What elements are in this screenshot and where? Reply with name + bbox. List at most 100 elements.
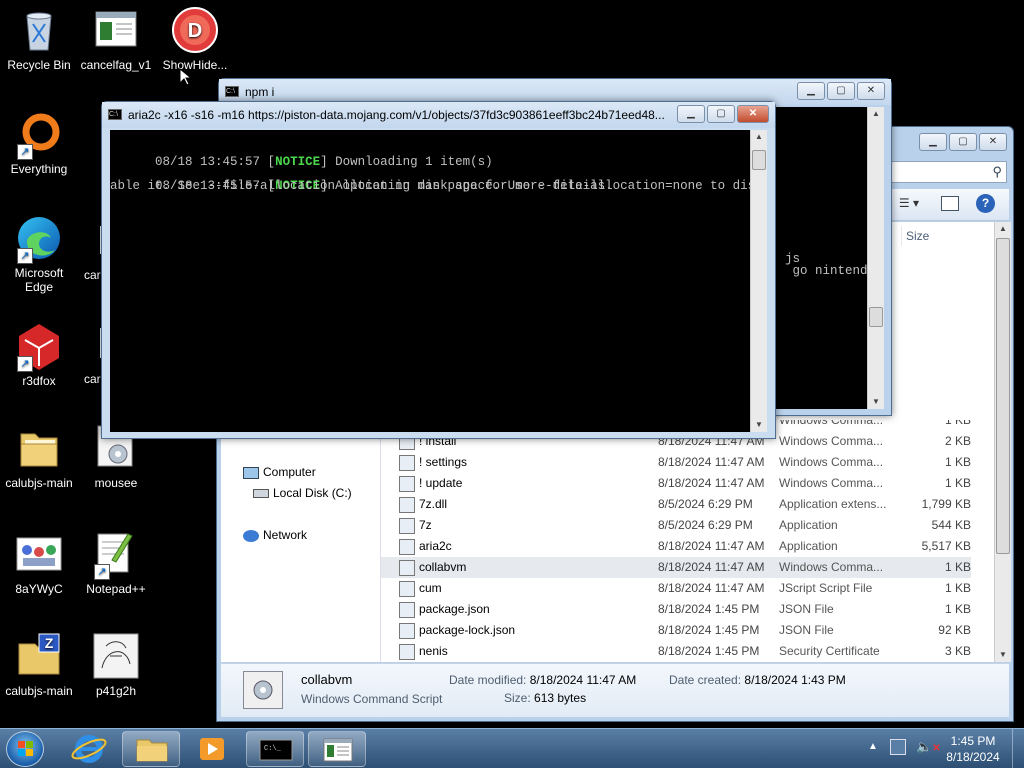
close-button[interactable]: ✕ [737,105,769,123]
scroll-up-arrow-icon[interactable]: ▲ [995,222,1011,236]
show-desktop-button[interactable] [1012,729,1024,768]
file-icon [399,476,415,492]
desktop-icon-label: calubjs-main [5,476,73,490]
file-type: Windows Comma... [779,434,884,448]
scroll-down-arrow-icon[interactable]: ▼ [751,418,767,432]
close-button[interactable]: ✕ [979,133,1007,151]
taskbar-document[interactable] [308,731,366,767]
nav-item-local-disk[interactable]: Local Disk (C:) [253,484,352,502]
volume-muted-icon[interactable]: 🔈✕ [916,739,941,755]
file-type: Application [779,539,838,553]
desktop-icon-everything[interactable]: ↗ Everything [0,110,78,176]
desktop-icon-label: p41g2h [95,684,137,698]
r3dfox-icon: ↗ [15,322,63,372]
desktop-icon-8aywyc[interactable]: 8aYWyC [0,530,78,596]
window-controls: ▁ ▢ ✕ [675,105,769,123]
minimize-button[interactable]: ▁ [919,133,947,151]
file-size: 2 KB [944,434,971,448]
mouse-cursor-icon [179,67,193,89]
clock-date: 8/18/2024 [946,750,1000,764]
search-input[interactable]: ⚲ [891,161,1007,183]
taskbar-explorer[interactable] [122,731,180,767]
desktop-icon-showhide[interactable]: D ShowHide... [156,6,234,72]
console-icon: C:\_ [259,739,293,761]
scroll-up-arrow-icon[interactable]: ▲ [751,130,767,144]
file-list-scrollbar[interactable]: ▲ ▼ [994,222,1011,662]
file-row[interactable]: package-lock.json 8/18/2024 1:45 PM JSON F… [381,620,971,641]
console-icon: C:\ [225,86,239,97]
aria2c-console-window[interactable]: C:\ aria2c -x16 -s16 -m16 https://piston… [101,101,776,439]
file-name: collabvm [419,560,467,574]
desktop-icon-microsoft-edge[interactable]: ↗ Microsoft Edge [0,214,78,294]
details-created-value: 8/18/2024 1:43 PM [744,673,846,687]
help-icon[interactable]: ? [976,194,995,213]
log-line: able it. See --file-allocation option in… [110,179,613,193]
file-row[interactable]: cum 8/18/2024 11:47 AM JScript Script File… [381,578,971,599]
file-row[interactable]: nenis 8/18/2024 1:45 PM Security Certifica… [381,641,971,662]
document-icon [323,738,353,762]
file-row[interactable]: 7z.dll 8/5/2024 6:29 PM Application extens… [381,494,971,515]
file-size: 5,517 KB [921,539,971,553]
scroll-down-arrow-icon[interactable]: ▼ [995,648,1011,662]
nav-item-computer[interactable]: Computer [243,463,316,481]
minimize-button[interactable]: ▁ [797,82,825,100]
file-row[interactable]: aria2c 8/18/2024 11:47 AM Application 5,517… [381,536,971,557]
start-button[interactable] [6,731,44,767]
file-icon [399,455,415,471]
file-icon [399,644,415,660]
shortcut-arrow-icon: ↗ [94,564,110,580]
desktop-icon-cancelfag[interactable]: cancelfag_v1 [77,6,155,72]
scroll-thumb[interactable] [869,307,883,327]
tray-show-hidden-icon[interactable]: ▲ [868,741,878,752]
minimize-button[interactable]: ▁ [677,105,705,123]
maximize-button[interactable]: ▢ [707,105,735,123]
clock-time: 1:45 PM [950,734,996,748]
scroll-down-arrow-icon[interactable]: ▼ [868,395,884,409]
desktop-icon-calubjs-main-zip[interactable]: Z calubjs-main [0,632,78,698]
taskbar-console[interactable]: C:\_ [246,731,304,767]
file-row[interactable]: 7z 8/5/2024 6:29 PM Application 544 KB [381,515,971,536]
svg-text:D: D [188,20,202,42]
maximize-button[interactable]: ▢ [949,133,977,151]
file-date: 8/18/2024 1:45 PM [658,644,760,658]
desktop-icon-r3dfox[interactable]: ↗ r3dfox [0,322,78,388]
desktop-icon-notepadpp[interactable]: ↗ Notepad++ [77,530,155,596]
column-header-size[interactable]: Size [901,226,981,246]
svg-text:Z: Z [45,635,54,651]
file-size: 3 KB [944,644,971,658]
file-row[interactable]: ! update 8/18/2024 11:47 AM Windows Comma.… [381,473,971,494]
image-icon [92,632,140,680]
view-options-icon[interactable]: ☰ ▾ [899,196,919,210]
details-size-label: Size: [504,691,531,705]
close-button[interactable]: ✕ [857,82,885,100]
desktop-icon-recycle-bin[interactable]: Recycle Bin [0,6,78,72]
nav-label: Computer [263,465,316,479]
details-name: collabvm [301,672,353,687]
clock[interactable]: 1:45 PM 8/18/2024 [940,733,1006,765]
file-row[interactable]: package.json 8/18/2024 1:45 PM JSON File 1 … [381,599,971,620]
file-type: Application extens... [779,497,887,511]
window-controls: ▁ ▢ ✕ [795,82,885,100]
scroll-up-arrow-icon[interactable]: ▲ [868,107,884,121]
file-type: JScript Script File [779,581,873,595]
file-row[interactable]: ! settings 8/18/2024 11:47 AM Windows Comm… [381,452,971,473]
nav-item-network[interactable]: Network [243,526,307,544]
network-tray-icon[interactable] [890,739,906,755]
aria2c-console-output[interactable]: 08/18 13:45:57 [NOTICE] Downloading 1 it… [110,130,750,432]
file-row[interactable]: collabvm 8/18/2024 11:47 AM Windows Comma.… [381,557,971,578]
preview-pane-icon[interactable] [941,196,959,211]
scroll-thumb[interactable] [752,150,766,170]
file-size: 544 KB [931,518,971,532]
desktop-icon-calubjs-main[interactable]: calubjs-main [0,424,78,490]
notepadpp-icon: ↗ [92,530,140,580]
taskbar-media-player[interactable] [188,731,238,767]
nav-label: Local Disk (C:) [273,486,352,500]
taskbar-ie[interactable] [64,731,114,767]
maximize-button[interactable]: ▢ [827,82,855,100]
scroll-thumb[interactable] [996,238,1010,554]
file-date: 8/18/2024 1:45 PM [658,623,760,637]
aria2c-console-scrollbar[interactable]: ▲ ▼ [750,130,767,432]
npm-console-scrollbar[interactable]: ▲ ▼ [867,107,884,409]
file-name: cum [419,581,442,595]
desktop-icon-p41g2h[interactable]: p41g2h [77,632,155,698]
